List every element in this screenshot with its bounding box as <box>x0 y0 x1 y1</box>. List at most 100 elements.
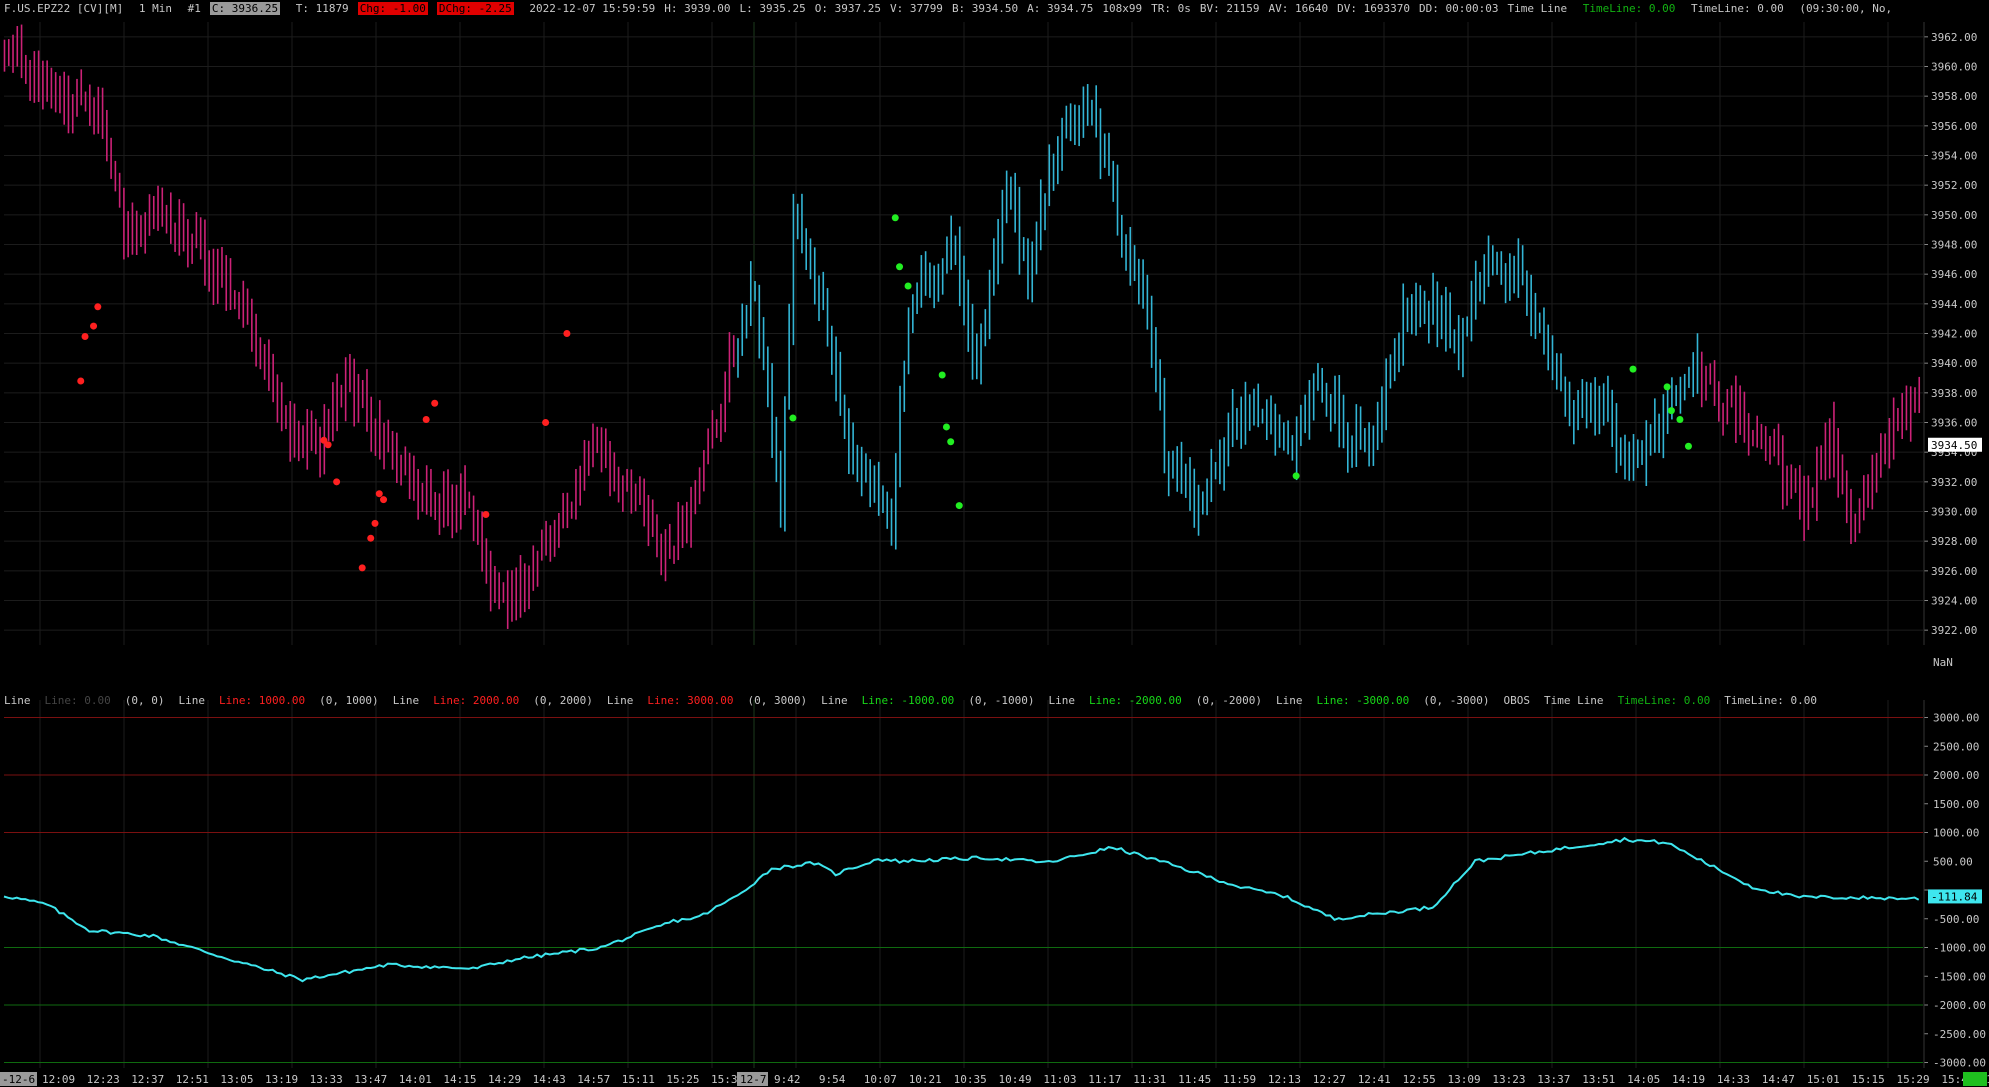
buy-signal-dot <box>1292 472 1300 480</box>
chart-header: F.US.EPZ22 [CV][M] 1 Min #1 C: 3936.25 T:… <box>4 1 1901 16</box>
time-tick-label: 12:09 <box>42 1073 75 1086</box>
price-tick-label: 3932.00 <box>1931 476 1977 489</box>
legend-item[interactable]: (0, 0) <box>125 694 165 707</box>
time-tick-label: 14:01 <box>399 1073 432 1086</box>
time-tick-label: 14:33 <box>1717 1073 1750 1086</box>
close-price-badge: C: 3936.25 <box>209 2 281 15</box>
date-badge-label: -12-6 <box>2 1073 35 1086</box>
legend-item[interactable]: Line <box>1276 694 1303 707</box>
legend-item[interactable]: Time Line <box>1544 694 1604 707</box>
legend-item[interactable]: Line: 3000.00 <box>647 694 733 707</box>
symbol-label[interactable]: F.US.EPZ22 [CV][M] <box>4 2 123 15</box>
legend-item[interactable]: Line <box>821 694 848 707</box>
time-tick-label: 11:45 <box>1178 1073 1211 1086</box>
timeline-value: TimeLine: 0.00 <box>1691 2 1784 15</box>
osc-tick-label: -2500.00 <box>1933 1028 1986 1041</box>
sell-signal-dot <box>380 496 388 504</box>
time-tick-label: 15:11 <box>622 1073 655 1086</box>
legend-item[interactable]: Line <box>607 694 634 707</box>
price-axis-ticks: 3922.00 3924.00 3926.00 3928.00 3930.00 3932.… <box>4 22 1977 669</box>
buy-signal-dot <box>1663 383 1671 391</box>
legend-item[interactable]: (0, -2000) <box>1196 694 1262 707</box>
oscillator-axis-ticks: -3000.00 -2500.00 -2000.00 -1500.00 -1000.00… <box>1923 700 1986 1070</box>
high-label: H: 3939.00 <box>664 2 731 15</box>
time-tick-label: 13:37 <box>1537 1073 1570 1086</box>
oscillator-line <box>3 836 1920 983</box>
legend-item[interactable]: (0, 1000) <box>319 694 379 707</box>
legend-item[interactable]: (0, -3000) <box>1423 694 1489 707</box>
legend-item[interactable]: Line: 1000.00 <box>219 694 305 707</box>
price-tick-label: 3930.00 <box>1931 506 1977 519</box>
interval-label[interactable]: 1 Min <box>139 2 172 15</box>
time-tick-label: 10:07 <box>864 1073 897 1086</box>
legend-item[interactable]: TimeLine: 0.00 <box>1618 694 1711 707</box>
sell-signal-dot <box>324 441 332 449</box>
price-tick-label: 3952.00 <box>1931 179 1977 192</box>
legend-item[interactable]: Line: -2000.00 <box>1089 694 1182 707</box>
sell-signal-dot <box>77 377 85 385</box>
time-axis: 12:09 12:23 12:37 12:51 13:05 13:19 13:33 13:47… <box>0 1070 1989 1087</box>
time-tick-label: 11:59 <box>1223 1073 1256 1086</box>
price-tick-label: 3960.00 <box>1931 61 1977 74</box>
price-tick-label: 3936.00 <box>1931 417 1977 430</box>
price-tick-label: 3926.00 <box>1931 565 1977 578</box>
time-tick-label: 10:21 <box>909 1073 942 1086</box>
sell-signal-dot <box>375 490 383 498</box>
buy-signal-dot <box>896 263 904 271</box>
sell-signal-dot <box>358 564 366 572</box>
legend-item[interactable]: Line: -3000.00 <box>1317 694 1410 707</box>
price-tick-label: 3946.00 <box>1931 268 1977 281</box>
time-tick-label: 13:23 <box>1492 1073 1525 1086</box>
legend-item[interactable]: TimeLine: 0.00 <box>1724 694 1817 707</box>
price-tick-label: 3954.00 <box>1931 150 1977 163</box>
grid-lines <box>39 22 1889 1068</box>
nan-label: NaN <box>1933 656 1953 669</box>
time-tick-label: 14:05 <box>1627 1073 1660 1086</box>
legend-item[interactable]: Line: -1000.00 <box>862 694 955 707</box>
time-tick-label: 13:51 <box>1582 1073 1615 1086</box>
legend-item[interactable]: Line <box>393 694 420 707</box>
legend-item[interactable]: Line <box>178 694 205 707</box>
legend-item[interactable]: Line: 0.00 <box>45 694 111 707</box>
time-tick-label: 9:54 <box>819 1073 846 1086</box>
price-tick-label: 3928.00 <box>1931 535 1977 548</box>
last-price-label: 3934.50 <box>1931 439 1977 452</box>
time-line-label[interactable]: Time Line <box>1507 2 1567 15</box>
sell-signal-dot <box>563 330 571 337</box>
buy-signal-dot <box>938 371 946 379</box>
legend-item[interactable]: (0, 3000) <box>747 694 807 707</box>
time-tick-label: 14:57 <box>577 1073 610 1086</box>
osc-tick-label: 2000.00 <box>1933 769 1979 782</box>
time-tick-label: 13:19 <box>265 1073 298 1086</box>
time-tick-label: 11:03 <box>1043 1073 1076 1086</box>
sell-signal-dot <box>81 332 89 340</box>
buy-signal-dot <box>942 423 950 431</box>
time-tick-label: 14:47 <box>1762 1073 1795 1086</box>
legend-item[interactable]: Line <box>4 694 31 707</box>
time-tick-label: 13:33 <box>310 1073 343 1086</box>
av-label: AV: 16640 <box>1268 2 1329 15</box>
sell-signal-dot <box>482 510 490 518</box>
time-tick-label: 12:23 <box>87 1073 120 1086</box>
sell-signal-dot <box>333 478 341 486</box>
legend-item[interactable]: Line: 2000.00 <box>433 694 519 707</box>
price-tick-label: 3958.00 <box>1931 90 1977 103</box>
time-tick-label: 11:31 <box>1133 1073 1166 1086</box>
time-tick-label: 15:25 <box>666 1073 699 1086</box>
status-indicator <box>1963 1072 1987 1086</box>
price-tick-label: 3924.00 <box>1931 595 1977 608</box>
legend-item[interactable]: (0, -1000) <box>968 694 1034 707</box>
buy-signal-dot <box>789 414 797 422</box>
legend-item[interactable]: (0, 2000) <box>533 694 593 707</box>
time-tick-label: 13:05 <box>220 1073 253 1086</box>
legend-item[interactable]: Line <box>1049 694 1076 707</box>
chart-canvas[interactable]: 3922.00 3924.00 3926.00 3928.00 3930.00 3932.… <box>0 0 1989 1087</box>
time-tick-label: 12:13 <box>1268 1073 1301 1086</box>
dd-label: DD: 00:00:03 <box>1418 2 1499 15</box>
low-label: L: 3935.25 <box>739 2 806 15</box>
datetime-label: 2022-12-07 15:59:59 <box>529 2 656 15</box>
time-tick-label: 10:49 <box>999 1073 1032 1086</box>
sell-signal-dot <box>371 519 379 527</box>
legend-item[interactable]: OBOS <box>1503 694 1530 707</box>
tr-label: TR: 0s <box>1151 2 1191 15</box>
